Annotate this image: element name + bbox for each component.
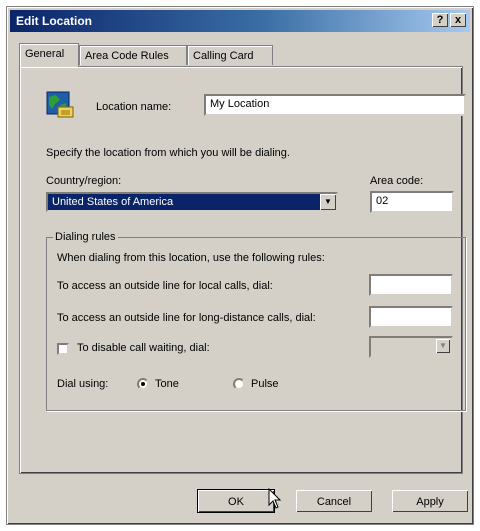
pulse-label: Pulse (251, 378, 279, 390)
general-panel: Location name: My Location Specify the l… (19, 66, 466, 474)
dialing-rules-group: Dialing rules When dialing from this loc… (46, 231, 466, 411)
help-button[interactable]: ? (432, 13, 448, 27)
call-waiting-select[interactable]: ▼ (369, 336, 453, 358)
edit-location-dialog: Edit Location ? x General Area Code Rule… (6, 6, 474, 525)
country-label: Country/region: (46, 175, 122, 187)
pulse-radio[interactable] (233, 378, 245, 390)
apply-button[interactable]: Apply (391, 489, 469, 513)
dialog-title: Edit Location (16, 14, 92, 28)
tab-general[interactable]: General (19, 43, 79, 67)
cancel-button[interactable]: Cancel (295, 489, 373, 513)
country-select[interactable]: United States of America ▼ (46, 192, 338, 212)
country-dropdown-arrow-icon[interactable]: ▼ (320, 194, 336, 210)
dialing-rules-label: Dialing rules (53, 231, 118, 243)
tone-radio[interactable] (137, 378, 149, 390)
call-waiting-checkbox[interactable] (57, 343, 69, 355)
tone-label: Tone (155, 378, 179, 390)
mouse-pointer-icon (268, 487, 282, 513)
long-distance-label: To access an outside line for long-dista… (57, 312, 316, 324)
local-calls-label: To access an outside line for local call… (57, 280, 273, 292)
call-waiting-label: To disable call waiting, dial: (77, 342, 210, 354)
tab-calling-card[interactable]: Calling Card (187, 45, 273, 65)
call-waiting-dropdown-arrow-icon[interactable]: ▼ (436, 339, 450, 353)
dial-using-label: Dial using: (57, 378, 109, 390)
title-bar[interactable]: Edit Location ? x (10, 10, 470, 32)
long-distance-input[interactable] (369, 306, 453, 328)
country-select-value: United States of America (52, 196, 174, 208)
area-code-input[interactable]: 02 (370, 191, 454, 213)
close-button[interactable]: x (450, 13, 466, 27)
location-name-input[interactable]: My Location (204, 94, 466, 116)
radio-selected-dot-icon (141, 382, 145, 386)
dialing-instruction: Specify the location from which you will… (46, 147, 290, 159)
ok-button[interactable]: OK (197, 489, 275, 513)
location-name-label: Location name: (96, 101, 172, 113)
area-code-label: Area code: (370, 175, 424, 187)
dialing-rules-intro: When dialing from this location, use the… (57, 252, 325, 264)
location-icon (46, 89, 76, 119)
local-calls-input[interactable] (369, 274, 453, 296)
tab-area-code-rules[interactable]: Area Code Rules (79, 45, 187, 65)
